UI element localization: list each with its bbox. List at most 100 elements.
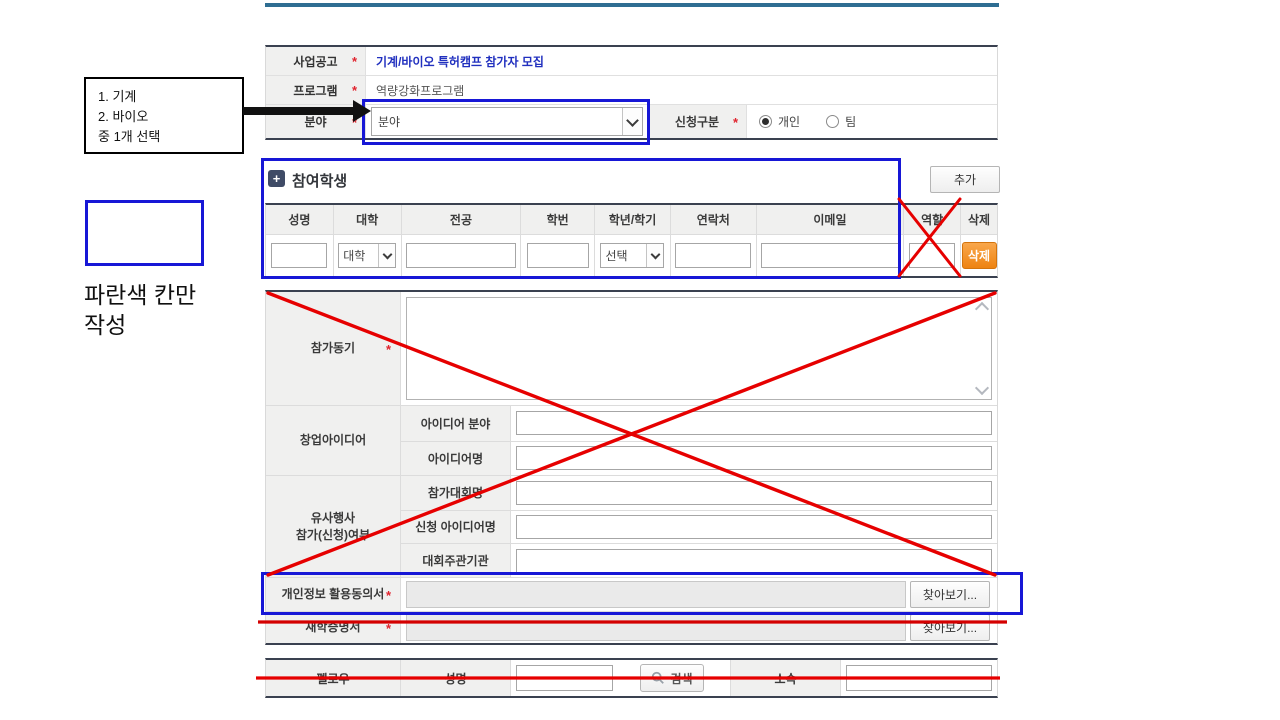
textarea-scrollbar[interactable] xyxy=(973,299,990,398)
enrollment-file-field[interactable] xyxy=(406,614,906,641)
enrollment-cert-label: 재학증명서 xyxy=(305,619,360,636)
field-choice-note-box: 1. 기계 2. 바이오 중 1개 선택 xyxy=(84,77,244,154)
fellow-name-label: 성명 xyxy=(401,660,511,696)
students-table: 성명 대학 전공 학번 학년/학기 연락처 이메일 역할 삭제 대학 선택 xyxy=(265,203,998,278)
organizer-input[interactable] xyxy=(516,549,992,573)
organizer-label: 대회주관기관 xyxy=(401,544,511,577)
scroll-down-icon[interactable] xyxy=(974,381,988,395)
similar-event-label-line1: 유사행사 xyxy=(311,510,355,527)
col-header-contact: 연락처 xyxy=(671,205,757,234)
field-label: 분야 xyxy=(304,113,326,130)
radio-individual-label: 개인 xyxy=(778,113,800,130)
radio-team-unselected[interactable] xyxy=(826,115,839,128)
motive-label-cell: 참가동기 * xyxy=(266,292,401,405)
chevron-down-icon[interactable] xyxy=(622,108,642,135)
add-student-button[interactable]: 추가 xyxy=(930,166,1000,193)
fellow-label: 펠로우 xyxy=(266,660,401,696)
students-section-title: 참여학생 xyxy=(292,170,347,191)
major-input[interactable] xyxy=(406,243,516,268)
top-accent-line xyxy=(265,3,999,7)
required-marker: * xyxy=(386,589,391,602)
program-label: 프로그램 xyxy=(293,82,337,99)
idea-name-row: 아이디어명 xyxy=(401,441,997,476)
chevron-down-icon[interactable] xyxy=(378,244,395,267)
legend-note: 파란색 칸만 작성 xyxy=(84,280,196,340)
idea-field-input[interactable] xyxy=(516,411,992,435)
motive-textarea[interactable] xyxy=(406,297,992,400)
col-header-email: 이메일 xyxy=(757,205,905,234)
fellow-name-input[interactable] xyxy=(516,665,613,691)
motive-label: 참가동기 xyxy=(311,340,355,357)
student-id-input[interactable] xyxy=(527,243,589,268)
enrollment-cert-row: 재학증명서 * 찾아보기... xyxy=(266,611,997,643)
privacy-browse-button[interactable]: 찾아보기... xyxy=(910,581,990,608)
required-marker: * xyxy=(733,116,738,129)
note-line: 2. 바이오 xyxy=(98,107,242,127)
role-input[interactable] xyxy=(909,243,955,268)
business-notice-label-cell: 사업공고 * xyxy=(266,47,366,75)
idea-field-label: 아이디어 분야 xyxy=(401,406,511,441)
field-select[interactable]: 분야 xyxy=(371,107,643,136)
email-input[interactable] xyxy=(761,243,899,268)
scroll-up-icon[interactable] xyxy=(974,302,988,316)
field-select-value: 분야 xyxy=(378,113,400,130)
student-input-row: 대학 선택 삭제 xyxy=(266,234,997,276)
application-detail-table: 참가동기 * 창업아이디어 아이디어 분야 xyxy=(265,290,998,645)
col-header-role: 역할 xyxy=(904,205,961,234)
idea-field-row: 아이디어 분야 xyxy=(401,406,997,441)
col-header-delete: 삭제 xyxy=(961,205,997,234)
organizer-row: 대회주관기관 xyxy=(401,543,997,577)
business-notice-value: 기계/바이오 특허캠프 참가자 모집 xyxy=(366,47,997,75)
students-header-row: 성명 대학 전공 학번 학년/학기 연락처 이메일 역할 삭제 xyxy=(266,205,997,234)
delete-student-button[interactable]: 삭제 xyxy=(962,242,997,269)
student-name-input[interactable] xyxy=(271,243,327,268)
application-type-label: 신청구분 xyxy=(675,113,719,130)
applied-idea-row: 신청 아이디어명 xyxy=(401,510,997,544)
motive-row: 참가동기 * xyxy=(266,292,997,405)
university-select[interactable]: 대학 xyxy=(338,243,396,268)
application-type-radios: 개인 팀 xyxy=(747,105,856,138)
col-header-name: 성명 xyxy=(266,205,334,234)
program-value: 역량강화프로그램 xyxy=(366,76,997,104)
radio-individual-selected[interactable] xyxy=(759,115,772,128)
idea-name-label: 아이디어명 xyxy=(401,442,511,476)
fellow-name-cell: 검색 xyxy=(511,660,731,696)
application-form-page: 사업공고 * 기계/바이오 특허캠프 참가자 모집 프로그램 * 역량강화프로그… xyxy=(0,0,1280,720)
fellow-dept-label: 소속 xyxy=(731,660,841,696)
legend-line: 파란색 칸만 xyxy=(84,280,196,310)
col-header-student-id: 학번 xyxy=(521,205,595,234)
note-line: 중 1개 선택 xyxy=(98,127,242,147)
program-label-cell: 프로그램 * xyxy=(266,76,366,104)
fellow-table: 펠로우 성명 검색 소속 xyxy=(265,658,998,698)
fellow-search-button[interactable]: 검색 xyxy=(640,664,704,692)
note-line: 1. 기계 xyxy=(98,87,242,107)
idea-name-input[interactable] xyxy=(516,446,992,470)
chevron-down-icon[interactable] xyxy=(646,244,663,267)
contact-input[interactable] xyxy=(675,243,751,268)
contest-name-row: 참가대회명 xyxy=(401,476,997,510)
similar-event-label-cell: 유사행사 참가(신청)여부 xyxy=(266,476,401,577)
similar-event-group: 유사행사 참가(신청)여부 참가대회명 신청 아이디어명 대회주관기관 xyxy=(266,475,997,577)
search-icon xyxy=(651,671,665,685)
business-notice-row: 사업공고 * 기계/바이오 특허캠프 참가자 모집 xyxy=(266,47,997,75)
field-label-cell: 분야 * xyxy=(266,105,366,138)
enrollment-browse-button[interactable]: 찾아보기... xyxy=(910,614,990,641)
applied-idea-input[interactable] xyxy=(516,515,992,539)
startup-idea-label-cell: 창업아이디어 xyxy=(266,406,401,475)
required-marker: * xyxy=(352,116,357,129)
applied-idea-label: 신청 아이디어명 xyxy=(401,511,511,544)
year-semester-select[interactable]: 선택 xyxy=(600,243,664,268)
contest-name-label: 참가대회명 xyxy=(401,476,511,510)
legend-line: 작성 xyxy=(84,310,196,340)
business-notice-label: 사업공고 xyxy=(293,53,337,70)
university-select-value: 대학 xyxy=(343,247,365,264)
privacy-consent-label-cell: 개인정보 활용동의서 * xyxy=(266,578,401,611)
startup-idea-label: 창업아이디어 xyxy=(300,432,366,449)
fellow-dept-input[interactable] xyxy=(846,665,992,691)
startup-idea-group: 창업아이디어 아이디어 분야 아이디어명 xyxy=(266,405,997,475)
enrollment-cert-label-cell: 재학증명서 * xyxy=(266,612,401,643)
contest-name-input[interactable] xyxy=(516,481,992,505)
radio-team-label: 팀 xyxy=(845,113,856,130)
privacy-file-field[interactable] xyxy=(406,581,906,608)
privacy-consent-label: 개인정보 활용동의서 xyxy=(282,586,385,603)
